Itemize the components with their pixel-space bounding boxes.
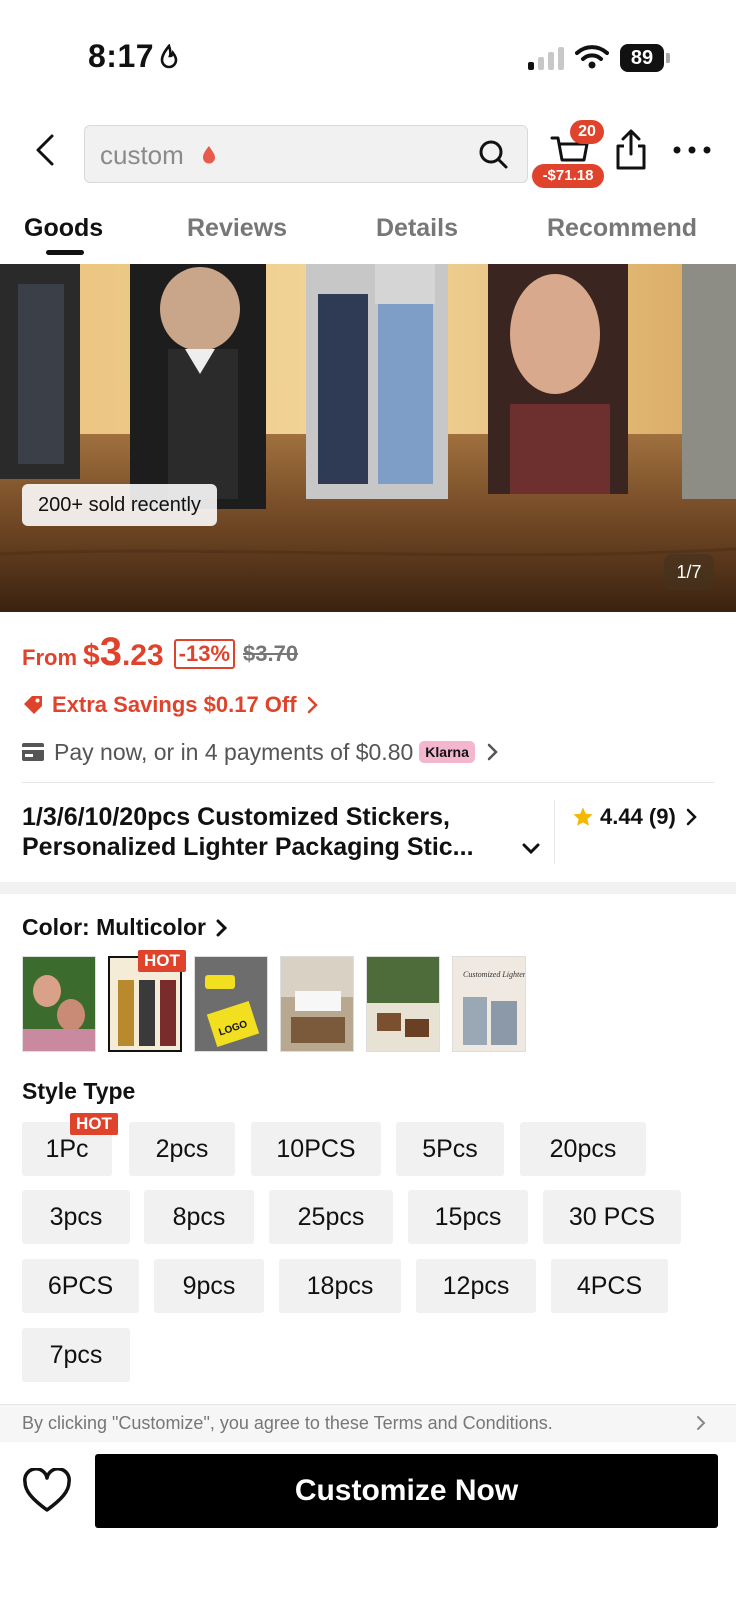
style-option-7pcs[interactable]: 7pcs: [22, 1328, 130, 1382]
style-option-8pcs[interactable]: 8pcs: [144, 1190, 254, 1244]
style-option-18pcs[interactable]: 18pcs: [279, 1259, 401, 1313]
color-swatch-1[interactable]: [22, 956, 96, 1052]
style-option-9pcs[interactable]: 9pcs: [154, 1259, 264, 1313]
sold-recently-label: 200+ sold recently: [22, 484, 217, 526]
terms-text: By clicking "Customize", you agree to th…: [22, 1413, 553, 1433]
style-option-10pcs[interactable]: 10PCS: [251, 1122, 381, 1176]
heart-icon[interactable]: [22, 1468, 72, 1514]
style-option-20pcs[interactable]: 20pcs: [520, 1122, 646, 1176]
style-option-25pcs[interactable]: 25pcs: [269, 1190, 393, 1244]
discount-badge: -13%: [173, 639, 236, 669]
hot-badge: HOT: [70, 1113, 118, 1135]
color-swatch-5[interactable]: [366, 956, 440, 1052]
battery-icon: 89: [620, 44, 670, 72]
tab-recommend[interactable]: Recommend: [547, 214, 697, 243]
style-option-6pcs[interactable]: 6PCS: [22, 1259, 139, 1313]
hot-badge: HOT: [138, 950, 186, 972]
terms-bar[interactable]: By clicking "Customize", you agree to th…: [0, 1404, 736, 1442]
style-option-2pcs[interactable]: 2pcs: [129, 1122, 235, 1176]
swatch-image: Customized Lighter Sticker: [453, 957, 526, 1051]
klarna-logo: Klarna: [419, 741, 475, 763]
swatch-image: [110, 958, 180, 1050]
style-option-5pcs[interactable]: 5Pcs: [396, 1122, 504, 1176]
tab-reviews[interactable]: Reviews: [187, 214, 287, 243]
swatch-image: LOGO: [195, 957, 267, 1051]
chevron-right-icon: [307, 696, 318, 714]
section-tabs: Goods Reviews Details Recommend: [0, 208, 736, 258]
style-type-label: Style Type: [22, 1078, 136, 1104]
share-icon[interactable]: [613, 128, 649, 172]
price-currency: $: [83, 639, 100, 672]
expand-title-chevron-icon[interactable]: [522, 842, 540, 856]
color-label: Color: Multicolor: [22, 914, 206, 940]
extra-savings-link[interactable]: Extra Savings $0.17 Off: [22, 690, 319, 720]
style-option-3pcs[interactable]: 3pcs: [22, 1190, 130, 1244]
vertical-divider: [554, 800, 555, 864]
back-arrow-icon[interactable]: [28, 132, 64, 168]
search-icon[interactable]: [477, 138, 509, 170]
chevron-right-icon: [487, 743, 498, 761]
original-price: $3.70: [243, 641, 299, 666]
search-query: custom: [100, 140, 184, 170]
price-tag-icon: [24, 696, 42, 714]
tab-goods[interactable]: Goods: [24, 214, 103, 243]
chevron-right-icon: [686, 808, 697, 826]
customize-now-button[interactable]: Customize Now: [95, 1454, 718, 1528]
color-swatch-4[interactable]: [280, 956, 354, 1052]
rating-link[interactable]: 4.44 (9): [572, 804, 698, 830]
product-image-carousel[interactable]: 200+ sold recently 1/7: [0, 264, 736, 612]
search-input[interactable]: custom: [84, 125, 528, 183]
top-navigation: custom 20 -$71.18: [0, 120, 736, 190]
swatch-image: [367, 957, 439, 1051]
swatch-caption: Customized Lighter Sticker: [463, 970, 526, 979]
product-title[interactable]: 1/3/6/10/20pcs Customized Stickers, Pers…: [22, 802, 522, 862]
swatch-image: [23, 957, 95, 1051]
color-selector-header[interactable]: Color: Multicolor: [22, 914, 228, 941]
clock: 8:17: [88, 38, 155, 74]
price-row: From $ 3 .23 -13% $3.70: [22, 630, 298, 674]
star-icon: [573, 807, 593, 826]
swatch-image: [281, 957, 353, 1051]
cart-savings-badge: -$71.18: [532, 164, 604, 188]
tab-details[interactable]: Details: [376, 214, 458, 243]
installment-text: Pay now, or in 4 payments of $0.80: [54, 738, 414, 765]
image-counter: 1/7: [664, 554, 714, 590]
style-option-30pcs[interactable]: 30 PCS: [543, 1190, 681, 1244]
color-swatch-6[interactable]: Customized Lighter Sticker: [452, 956, 526, 1052]
style-option-12pcs[interactable]: 12pcs: [416, 1259, 536, 1313]
product-title-line-2: Personalized Lighter Packaging Stic...: [22, 833, 474, 861]
price-whole: 3: [99, 630, 122, 674]
chevron-right-icon: [216, 919, 228, 936]
product-title-line-1: 1/3/6/10/20pcs Customized Stickers,: [22, 803, 450, 831]
wifi-icon: [575, 45, 609, 69]
price-cents: .23: [121, 639, 164, 672]
cart-count-badge: 20: [570, 120, 604, 144]
divider: [22, 782, 714, 783]
style-option-4pcs[interactable]: 4PCS: [551, 1259, 668, 1313]
more-options-icon[interactable]: [672, 142, 712, 158]
product-photo: [0, 264, 736, 612]
credit-card-icon: [22, 743, 44, 761]
section-separator: [0, 882, 736, 894]
color-swatch-3[interactable]: LOGO: [194, 956, 268, 1052]
price-from-label: From: [22, 645, 77, 670]
style-option-15pcs[interactable]: 15pcs: [408, 1190, 528, 1244]
extra-savings-text: Extra Savings $0.17 Off: [52, 692, 297, 717]
status-bar: 8:17 89: [0, 0, 736, 110]
active-tab-indicator: [46, 250, 84, 255]
chevron-right-icon: [697, 1416, 706, 1430]
flame-status-icon: [160, 44, 178, 69]
rating-value: 4.44 (9): [600, 804, 676, 829]
trending-flame-icon: [203, 146, 215, 164]
cellular-signal-icon: [528, 46, 564, 70]
installment-payment-link[interactable]: Pay now, or in 4 payments of $0.80 Klarn…: [22, 736, 499, 768]
